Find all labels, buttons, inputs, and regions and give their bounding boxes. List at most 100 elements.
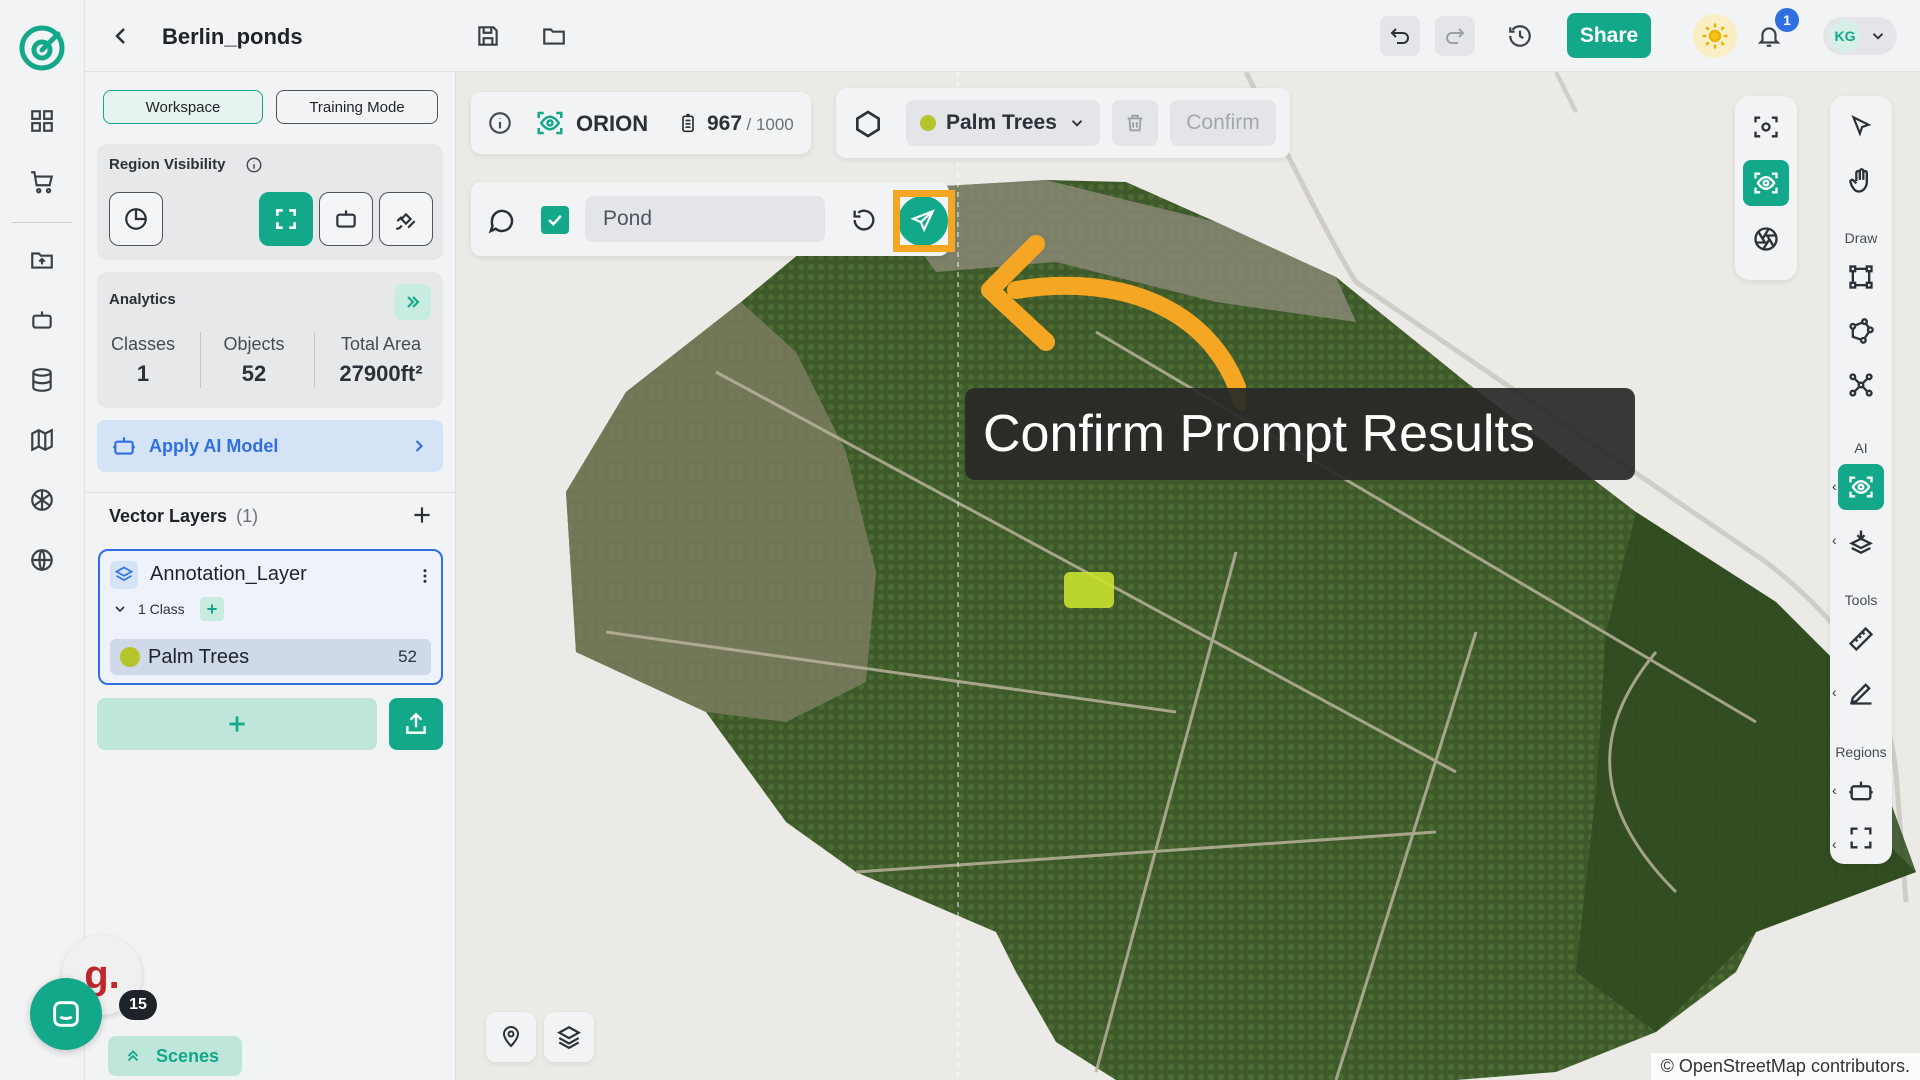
- stat-label: Total Area: [340, 334, 422, 354]
- rectangle-draw-icon[interactable]: [1838, 254, 1884, 300]
- pointer-icon[interactable]: [1838, 104, 1884, 150]
- kebab-menu-icon[interactable]: [416, 565, 434, 587]
- ai-eye-icon[interactable]: [1743, 160, 1789, 206]
- cart-icon[interactable]: [26, 166, 58, 198]
- polygon-draw-icon[interactable]: [1838, 308, 1884, 354]
- timeline-toggle[interactable]: [109, 192, 163, 246]
- redo-icon[interactable]: [1435, 16, 1475, 56]
- workspace-button[interactable]: Workspace: [103, 90, 263, 124]
- scan-icon[interactable]: [1743, 104, 1789, 150]
- upload-button[interactable]: [389, 698, 443, 750]
- ai-section-label: AI: [1854, 440, 1868, 456]
- ai-magic-icon[interactable]: [1838, 518, 1884, 564]
- vector-layers-title: Vector Layers (1): [109, 506, 258, 527]
- vector-layers-header: [85, 492, 456, 493]
- save-icon[interactable]: [468, 16, 508, 56]
- prompt-checkbox[interactable]: [541, 206, 569, 234]
- chevron-left-icon[interactable]: ‹: [1832, 478, 1837, 494]
- scenes-button[interactable]: Scenes: [108, 1036, 242, 1076]
- hand-icon[interactable]: [1838, 158, 1884, 204]
- notification-badge: 1: [1775, 8, 1799, 32]
- ai-detect-icon[interactable]: [1838, 464, 1884, 510]
- annotation-layer-card[interactable]: Annotation_Layer 1 Class Palm Trees 52: [98, 549, 443, 685]
- info-icon[interactable]: [245, 156, 263, 174]
- stat-total-area: Total Area 27900ft²: [323, 334, 439, 387]
- chat-widget-button[interactable]: [30, 978, 102, 1050]
- vector-layers-label: Vector Layers: [109, 506, 228, 526]
- back-icon[interactable]: [101, 16, 141, 56]
- user-menu[interactable]: KG: [1823, 17, 1897, 55]
- info-icon[interactable]: [487, 110, 513, 136]
- history-icon[interactable]: [1500, 16, 1540, 56]
- class-select-value: Palm Trees: [946, 111, 1057, 134]
- layers-button[interactable]: [544, 1012, 594, 1062]
- clock-icon: [125, 208, 147, 230]
- aperture-icon[interactable]: [1743, 216, 1789, 262]
- chevron-down-icon: [1071, 120, 1083, 127]
- chevron-left-icon[interactable]: ‹: [1832, 836, 1837, 852]
- add-layer-button[interactable]: [97, 698, 377, 750]
- apply-ai-model-button[interactable]: Apply AI Model: [97, 420, 443, 472]
- database-icon[interactable]: [26, 364, 58, 396]
- chat-bubble-icon[interactable]: [487, 206, 517, 236]
- full-region-toggle[interactable]: [259, 192, 313, 246]
- class-color-dot: [120, 647, 140, 667]
- folder-icon[interactable]: [26, 244, 58, 276]
- map-canvas[interactable]: ORION 967 / 1000 Palm Trees Confirm Pond: [456, 72, 1920, 1080]
- fullscreen-region-icon[interactable]: [1838, 816, 1884, 860]
- chat-icon: [53, 1001, 79, 1027]
- share-button[interactable]: Share: [1567, 13, 1651, 58]
- sun-icon: [1702, 23, 1728, 49]
- app-logo[interactable]: [18, 24, 66, 72]
- confirm-button[interactable]: Confirm: [1170, 100, 1276, 146]
- vector-layers-count: (1): [236, 506, 259, 526]
- chevron-down-icon[interactable]: [112, 601, 128, 617]
- satellite-region-toggle[interactable]: [379, 192, 433, 246]
- open-folder-icon[interactable]: [534, 16, 574, 56]
- pen-icon[interactable]: [1838, 670, 1884, 716]
- prompt-input[interactable]: Pond: [585, 196, 825, 242]
- add-vector-layer-button[interactable]: [409, 502, 435, 528]
- chevron-left-icon[interactable]: ‹: [1832, 782, 1837, 798]
- chevron-left-icon[interactable]: ‹: [1832, 532, 1837, 548]
- chevron-left-icon[interactable]: ‹: [1832, 684, 1837, 700]
- robot-icon[interactable]: [26, 304, 58, 336]
- location-pin-icon: [502, 1026, 520, 1048]
- plus-icon: [207, 604, 217, 614]
- class-count: 52: [398, 647, 417, 666]
- node-edit-icon[interactable]: [1838, 362, 1884, 408]
- globe-grid-icon[interactable]: [26, 484, 58, 516]
- annotation-arrow: [981, 235, 1246, 411]
- region-visibility-label: Region Visibility: [109, 156, 226, 173]
- robot-region-icon[interactable]: [1838, 768, 1884, 814]
- class-name: Palm Trees: [148, 645, 250, 668]
- scenes-label: Scenes: [156, 1045, 220, 1066]
- delete-button[interactable]: [1112, 100, 1158, 146]
- ai-region-toggle[interactable]: [319, 192, 373, 246]
- reset-icon[interactable]: [850, 206, 878, 234]
- map-icon[interactable]: [26, 424, 58, 456]
- stat-value: 27900ft²: [339, 361, 423, 386]
- robot-icon: [336, 210, 356, 228]
- ruler-icon[interactable]: [1838, 616, 1884, 662]
- location-button[interactable]: [486, 1012, 536, 1062]
- class-row[interactable]: Palm Trees 52: [110, 639, 431, 675]
- undo-icon[interactable]: [1380, 16, 1420, 56]
- model-name: ORION: [576, 111, 649, 136]
- draw-section-label: Draw: [1844, 230, 1878, 246]
- polygon-icon[interactable]: [852, 108, 884, 140]
- globe-icon[interactable]: [26, 544, 58, 576]
- map-attribution[interactable]: © OpenStreetMap contributors.: [1650, 1053, 1920, 1080]
- credits-display: 967 / 1000: [707, 112, 794, 136]
- training-mode-button[interactable]: Training Mode: [276, 90, 438, 124]
- stat-label: Classes: [110, 334, 176, 354]
- stat-value: 52: [241, 361, 267, 386]
- expand-analytics-button[interactable]: [395, 284, 431, 320]
- theme-toggle[interactable]: [1693, 14, 1737, 58]
- layer-name: Annotation_Layer: [150, 563, 307, 585]
- regions-section-label: Regions: [1835, 744, 1887, 760]
- dashboard-icon[interactable]: [26, 105, 58, 137]
- satellite-icon: [396, 212, 416, 230]
- class-select[interactable]: Palm Trees: [906, 100, 1100, 146]
- add-class-button[interactable]: [200, 597, 224, 621]
